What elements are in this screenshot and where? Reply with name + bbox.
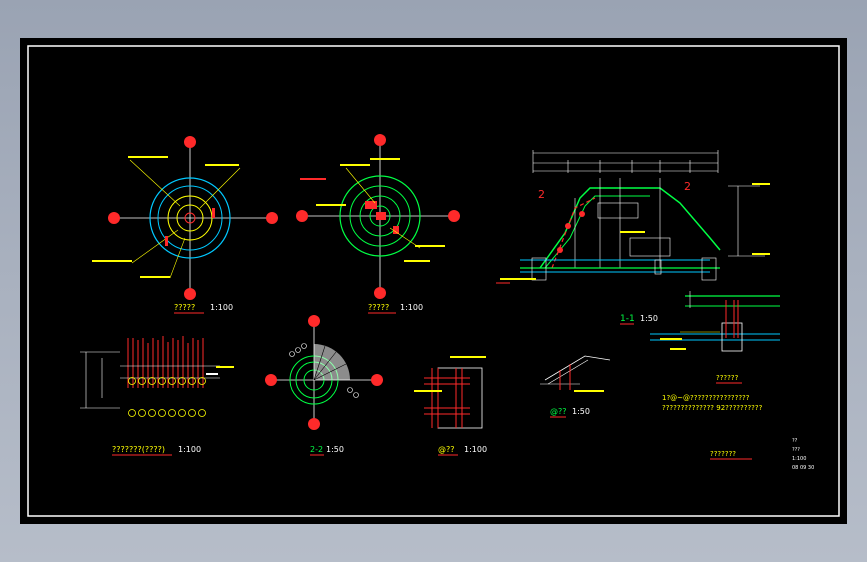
cad-drawing: ????? 1:100 ????? 1:100 2 2 1-1 1:50 ???… bbox=[27, 45, 840, 517]
legend-1: ??? bbox=[792, 447, 800, 453]
detail-b: @?? 1:50 bbox=[540, 355, 611, 418]
plan1-scale: 1:100 bbox=[210, 303, 233, 312]
elevation-scale: 1:100 bbox=[178, 445, 201, 454]
legend-2: 1:100 bbox=[792, 456, 806, 462]
svg-text:2: 2 bbox=[684, 180, 691, 193]
elevation-rebar-view: ???????(????) 1:100 bbox=[80, 336, 234, 456]
section11-scale: 1:50 bbox=[640, 314, 658, 323]
note-line-2: ?????????????? 92?????????? bbox=[662, 404, 763, 412]
detail-a-scale: 1:100 bbox=[464, 445, 487, 454]
section11-title: 1-1 bbox=[620, 314, 635, 324]
plan-view-2: ????? 1:100 bbox=[296, 134, 460, 314]
section-2-2: 2-2 1:50 bbox=[265, 315, 383, 456]
plan1-title: ????? bbox=[174, 303, 195, 312]
section22-scale: 1:50 bbox=[326, 445, 344, 454]
drawing-sheet: ????? 1:100 ????? 1:100 2 2 1-1 1:50 ???… bbox=[20, 38, 847, 524]
detail-b-scale: 1:50 bbox=[572, 407, 590, 416]
elevation-title: ???????(????) bbox=[112, 445, 165, 454]
detail-c-title: ?????? bbox=[716, 374, 739, 382]
elevation-drawing: 2 2 bbox=[496, 150, 770, 284]
footer-title: ??????? bbox=[710, 450, 736, 458]
plan2-scale: 1:100 bbox=[400, 303, 423, 312]
plan-view-1: ????? 1:100 bbox=[92, 136, 278, 314]
detail-a-title: @?? bbox=[438, 445, 455, 454]
detail-b-title: @?? bbox=[550, 407, 567, 416]
legend-0: ?? bbox=[792, 438, 798, 444]
legend-3: 08 09 30 bbox=[792, 465, 814, 471]
section22-title: 2-2 bbox=[310, 445, 323, 454]
plan2-title: ????? bbox=[368, 303, 389, 312]
section-1-1: 1-1 1:50 ?????? bbox=[620, 291, 780, 384]
note-line-1: 1?@~@???????????????? bbox=[662, 394, 750, 402]
notes-block: 1?@~@???????????????? ?????????????? 92?… bbox=[662, 394, 814, 471]
detail-a: @?? 1:100 bbox=[414, 356, 487, 456]
svg-text:2: 2 bbox=[538, 188, 545, 201]
